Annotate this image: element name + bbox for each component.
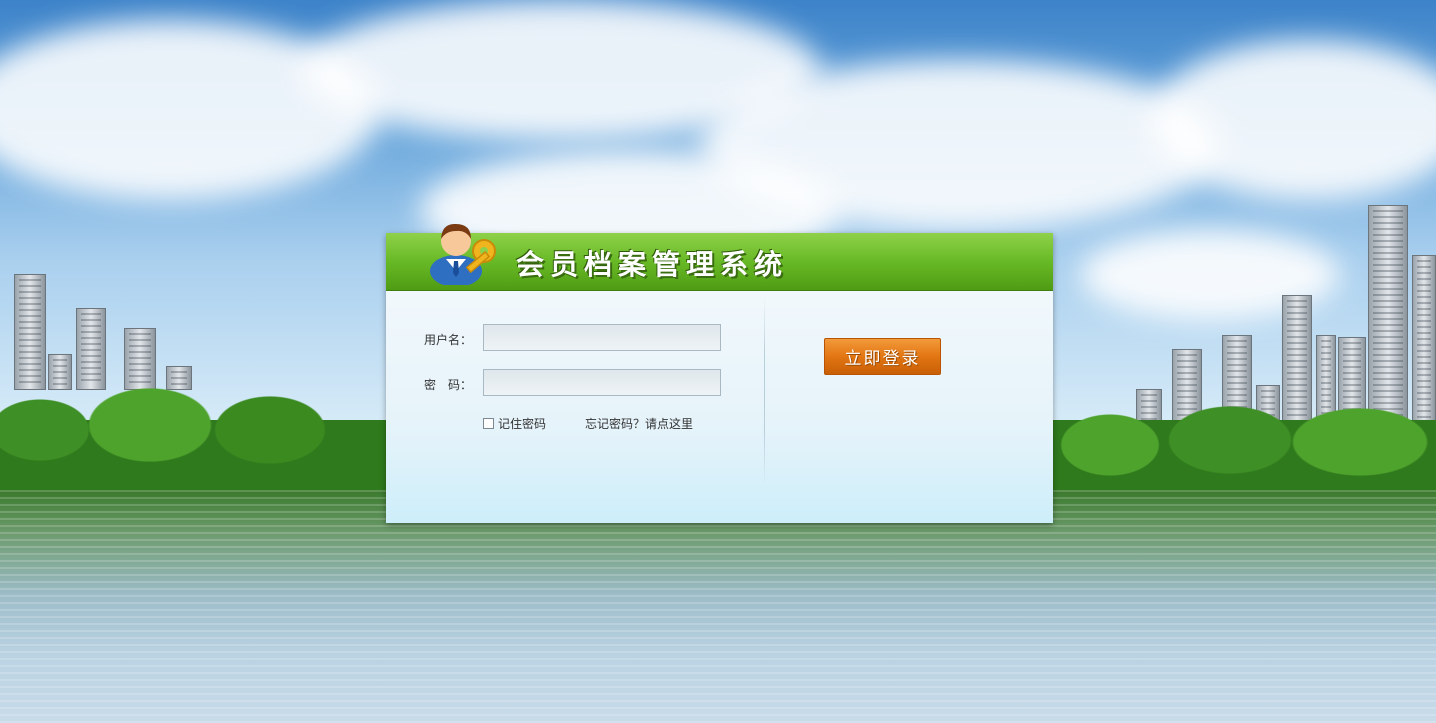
lake-water — [0, 490, 1436, 723]
remember-password[interactable]: 记住密码 — [483, 415, 546, 432]
checkbox-icon[interactable] — [483, 418, 494, 429]
remember-label: 记住密码 — [498, 417, 547, 431]
login-form-area: 用户名： 密 码： 记住密码 忘记密码？请点这里 立即登录 — [386, 291, 1053, 523]
login-panel: 会员档案管理系统 用户名： 密 码： 记住密码 忘记密码？请点这里 立即登录 — [386, 223, 1053, 523]
page-title: 会员档案管理系统 — [516, 248, 789, 281]
vertical-divider — [764, 297, 765, 487]
password-input[interactable] — [483, 369, 721, 396]
username-label: 用户名： — [424, 333, 473, 347]
city-left — [0, 230, 200, 390]
forgot-password-link[interactable]: 忘记密码？请点这里 — [585, 415, 693, 432]
username-input[interactable] — [483, 324, 721, 351]
user-key-icon — [430, 223, 496, 285]
login-button[interactable]: 立即登录 — [824, 338, 941, 375]
panel-header: 会员档案管理系统 — [386, 223, 1053, 291]
password-label: 密 码： — [424, 378, 473, 392]
